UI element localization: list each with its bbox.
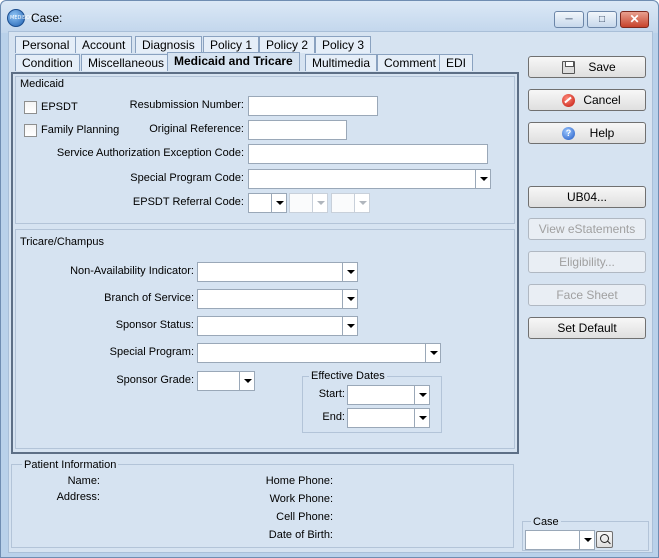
tab-policy-2[interactable]: Policy 2 bbox=[259, 36, 316, 53]
resubmission-number-input[interactable] bbox=[248, 96, 378, 116]
window-title: Case: bbox=[31, 11, 63, 25]
epsdt-checkbox[interactable] bbox=[24, 101, 37, 114]
tricare-group-title: Tricare/Champus bbox=[18, 236, 106, 248]
view-estatements-button[interactable]: View eStatements bbox=[528, 218, 646, 240]
special-program-label: Special Program: bbox=[109, 346, 194, 358]
tab-comment[interactable]: Comment bbox=[377, 54, 444, 71]
medicaid-group-title: Medicaid bbox=[18, 78, 67, 90]
chevron-down-icon[interactable] bbox=[414, 409, 429, 427]
maximize-icon: □ bbox=[598, 14, 606, 25]
effective-dates-title: Effective Dates bbox=[309, 370, 387, 382]
medicaid-tricare-panel: Medicaid EPSDT Family Planning Resubmiss… bbox=[11, 72, 519, 454]
family-planning-label: Family Planning bbox=[41, 124, 120, 136]
date-of-birth-label: Date of Birth: bbox=[268, 529, 333, 541]
case-search-button[interactable] bbox=[596, 531, 613, 548]
chevron-down-icon[interactable] bbox=[414, 386, 429, 404]
case-group: Case bbox=[522, 516, 649, 551]
minimize-icon: ─ bbox=[565, 14, 573, 25]
chevron-down-icon[interactable] bbox=[425, 344, 440, 362]
sponsor-status-label: Sponsor Status: bbox=[115, 319, 194, 331]
non-availability-label: Non-Availability Indicator: bbox=[70, 265, 194, 277]
resubmission-number-label: Resubmission Number: bbox=[129, 99, 244, 111]
tab-account[interactable]: Account bbox=[75, 36, 133, 53]
special-program-select[interactable] bbox=[197, 343, 441, 363]
cell-phone-label: Cell Phone: bbox=[276, 511, 333, 523]
epsdt-referral-code-select-3[interactable] bbox=[331, 193, 370, 213]
help-icon: ? bbox=[562, 127, 575, 140]
chevron-down-icon[interactable] bbox=[475, 170, 490, 188]
tab-edi[interactable]: EDI bbox=[439, 54, 474, 71]
special-program-code-select[interactable] bbox=[248, 169, 491, 189]
home-phone-label: Home Phone: bbox=[265, 475, 333, 487]
floppy-disk-icon bbox=[562, 61, 575, 74]
branch-of-service-select[interactable] bbox=[197, 289, 358, 309]
chevron-down-icon[interactable] bbox=[271, 194, 286, 212]
tab-policy-3[interactable]: Policy 3 bbox=[315, 36, 372, 53]
chevron-down-icon[interactable] bbox=[312, 194, 327, 212]
special-program-code-label: Special Program Code: bbox=[130, 172, 244, 184]
chevron-down-icon[interactable] bbox=[342, 263, 357, 281]
eligibility-button[interactable]: Eligibility... bbox=[528, 251, 646, 273]
close-button[interactable]: ✕ bbox=[620, 11, 649, 28]
chevron-down-icon[interactable] bbox=[354, 194, 369, 212]
effective-dates-group: Effective Dates Start: End: bbox=[302, 370, 442, 433]
chevron-down-icon[interactable] bbox=[239, 372, 254, 390]
end-date-select[interactable] bbox=[347, 408, 430, 428]
tab-personal[interactable]: Personal bbox=[15, 36, 77, 53]
title-bar[interactable]: MEDISOFT Case: ─ □ ✕ bbox=[1, 1, 658, 33]
cancel-icon bbox=[562, 94, 575, 107]
patient-name-label: Name: bbox=[67, 475, 100, 487]
tab-condition[interactable]: Condition bbox=[15, 54, 80, 71]
tab-policy-1[interactable]: Policy 1 bbox=[203, 36, 260, 53]
epsdt-label: EPSDT bbox=[41, 101, 78, 113]
tricare-group: Tricare/Champus Non-Availability Indicat… bbox=[15, 229, 515, 449]
case-window: MEDISOFT Case: ─ □ ✕ Personal Account Di… bbox=[0, 0, 659, 558]
patient-address-label: Address: bbox=[56, 491, 100, 503]
tab-diagnosis[interactable]: Diagnosis bbox=[135, 36, 202, 53]
sponsor-grade-select[interactable] bbox=[197, 371, 255, 391]
start-date-label: Start: bbox=[318, 388, 345, 400]
medicaid-group: Medicaid EPSDT Family Planning Resubmiss… bbox=[15, 76, 515, 224]
branch-of-service-label: Branch of Service: bbox=[104, 292, 194, 304]
epsdt-referral-code-select-1[interactable] bbox=[248, 193, 287, 213]
close-icon: ✕ bbox=[629, 12, 640, 26]
work-phone-label: Work Phone: bbox=[269, 493, 333, 505]
original-reference-input[interactable] bbox=[248, 120, 347, 140]
ub04-button[interactable]: UB04... bbox=[528, 186, 646, 208]
patient-info-title: Patient Information bbox=[22, 459, 119, 471]
tab-row-2: Condition Miscellaneous Medicaid and Tri… bbox=[15, 52, 475, 71]
sponsor-grade-label: Sponsor Grade: bbox=[116, 374, 194, 386]
save-button[interactable]: Save bbox=[528, 56, 646, 78]
service-authorization-input[interactable] bbox=[248, 144, 488, 164]
help-button[interactable]: ? Help bbox=[528, 122, 646, 144]
chevron-down-icon[interactable] bbox=[342, 317, 357, 335]
client-area: Personal Account Diagnosis Policy 1 Poli… bbox=[8, 31, 653, 553]
set-default-button[interactable]: Set Default bbox=[528, 317, 646, 339]
app-globe-icon: MEDISOFT bbox=[7, 9, 36, 27]
case-select[interactable] bbox=[525, 530, 595, 550]
epsdt-referral-code-label: EPSDT Referral Code: bbox=[132, 196, 244, 208]
tab-row-1: Personal Account Diagnosis Policy 1 Poli… bbox=[15, 36, 375, 53]
tab-multimedia[interactable]: Multimedia bbox=[305, 54, 378, 71]
case-label: Case bbox=[531, 516, 561, 528]
tab-miscellaneous[interactable]: Miscellaneous bbox=[81, 54, 172, 71]
sponsor-status-select[interactable] bbox=[197, 316, 358, 336]
end-date-label: End: bbox=[322, 411, 345, 423]
maximize-button[interactable]: □ bbox=[587, 11, 617, 28]
cancel-button[interactable]: Cancel bbox=[528, 89, 646, 111]
face-sheet-button[interactable]: Face Sheet bbox=[528, 284, 646, 306]
epsdt-referral-code-select-2[interactable] bbox=[289, 193, 328, 213]
minimize-button[interactable]: ─ bbox=[554, 11, 584, 28]
chevron-down-icon[interactable] bbox=[342, 290, 357, 308]
family-planning-checkbox[interactable] bbox=[24, 124, 37, 137]
start-date-select[interactable] bbox=[347, 385, 430, 405]
patient-info-group: Patient Information Name: Address: Home … bbox=[11, 459, 514, 548]
service-authorization-label: Service Authorization Exception Code: bbox=[56, 147, 244, 159]
non-availability-select[interactable] bbox=[197, 262, 358, 282]
original-reference-label: Original Reference: bbox=[149, 123, 244, 135]
tab-medicaid-and-tricare[interactable]: Medicaid and Tricare bbox=[167, 52, 300, 71]
chevron-down-icon[interactable] bbox=[579, 531, 594, 549]
